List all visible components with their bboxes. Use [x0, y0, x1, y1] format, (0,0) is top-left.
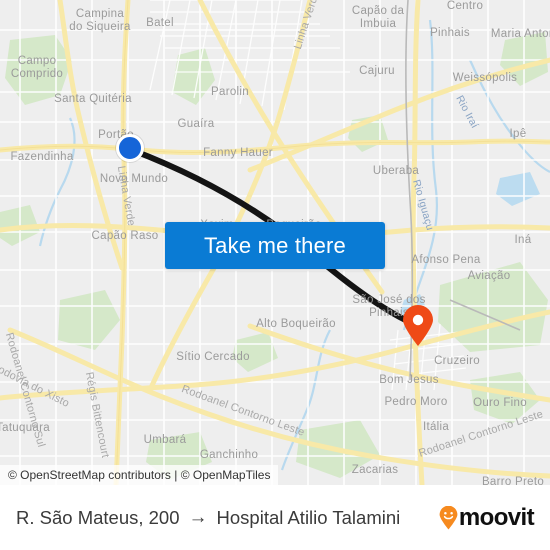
destination-marker[interactable] [402, 305, 434, 347]
trip-summary: R. São Mateus, 200 → Hospital Atilio Tal… [16, 507, 400, 529]
moovit-wordmark: moovit [458, 503, 535, 531]
trip-destination: Hospital Atilio Talamini [216, 506, 401, 528]
arrow-right-icon: → [188, 506, 208, 528]
take-me-there-button[interactable]: Take me there [165, 222, 385, 269]
origin-marker[interactable] [116, 134, 144, 162]
trip-origin: R. São Mateus, 200 [16, 506, 180, 528]
map-attribution: © OpenStreetMap contributors | © OpenMap… [0, 465, 279, 485]
trip-footer: R. São Mateus, 200 → Hospital Atilio Tal… [0, 485, 550, 550]
moovit-trip-card: Campina do Siqueira Batel Centro Capão da Imb… [0, 0, 550, 550]
moovit-pin-icon [439, 505, 458, 529]
moovit-logo[interactable]: moovit [439, 503, 535, 532]
